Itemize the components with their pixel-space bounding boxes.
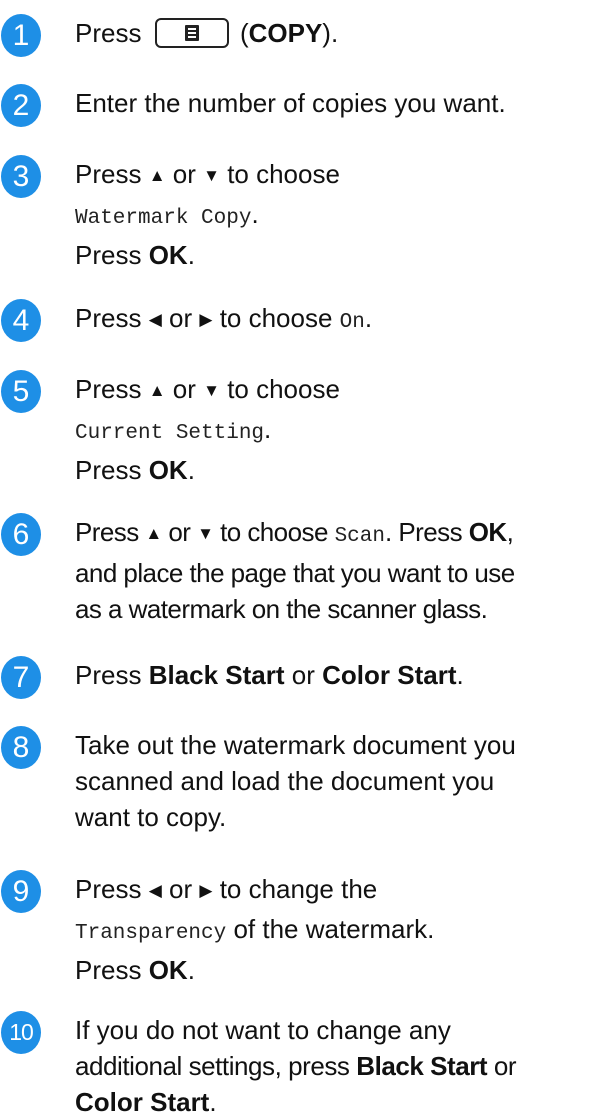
step-number-badge: 7	[1, 656, 41, 699]
step-text: If you do not want to change any additio…	[75, 1015, 517, 1117]
up-arrow-icon: ▲	[148, 166, 166, 185]
step-number-badge: 3	[1, 155, 41, 198]
up-arrow-icon: ▲	[148, 381, 166, 400]
step-text: Enter the number of copies you want.	[75, 88, 506, 118]
menu-option: Current Setting	[75, 422, 265, 445]
right-arrow-icon: ▶	[199, 310, 213, 329]
step-text: Press ▲ or ▼ to choose Watermark Copy. P…	[75, 159, 340, 270]
step-number-badge: 1	[1, 14, 41, 57]
step-text: Take out the watermark document you scan…	[75, 730, 516, 832]
down-arrow-icon: ▼	[203, 381, 220, 400]
step-text: Press ◀ or ▶ to choose On.	[75, 303, 373, 334]
step-text: Press ▲ or ▼ to choose Scan. Press OK, a…	[75, 517, 515, 624]
step-number-badge: 8	[1, 726, 41, 769]
up-arrow-icon: ▲	[145, 524, 162, 543]
step-text: Press ▲ or ▼ to choose Current Setting. …	[75, 374, 340, 485]
left-arrow-icon: ◀	[148, 881, 162, 900]
down-arrow-icon: ▼	[197, 524, 214, 543]
menu-option: Scan	[334, 525, 385, 548]
step-number-badge: 4	[1, 299, 41, 342]
menu-option: Watermark Copy	[75, 207, 252, 230]
copy-key-icon	[154, 18, 229, 48]
menu-option: On	[339, 311, 365, 334]
step-number-badge: 10	[1, 1011, 41, 1054]
step-text: Press Black Start or Color Start.	[75, 660, 464, 690]
left-arrow-icon: ◀	[148, 310, 162, 329]
step-text: Press (COPY).	[75, 18, 339, 48]
step-number-badge: 5	[1, 370, 41, 413]
menu-option: Transparency	[75, 922, 227, 945]
step-number-badge: 6	[1, 513, 41, 556]
step-number-badge: 9	[1, 870, 41, 913]
down-arrow-icon: ▼	[203, 166, 220, 185]
instruction-steps: 1 Press (COPY). 2 Enter the number of co…	[0, 0, 616, 1117]
right-arrow-icon: ▶	[199, 881, 213, 900]
step-text: Press ◀ or ▶ to change the Transparency …	[75, 874, 435, 985]
step-number-badge: 2	[1, 84, 41, 127]
